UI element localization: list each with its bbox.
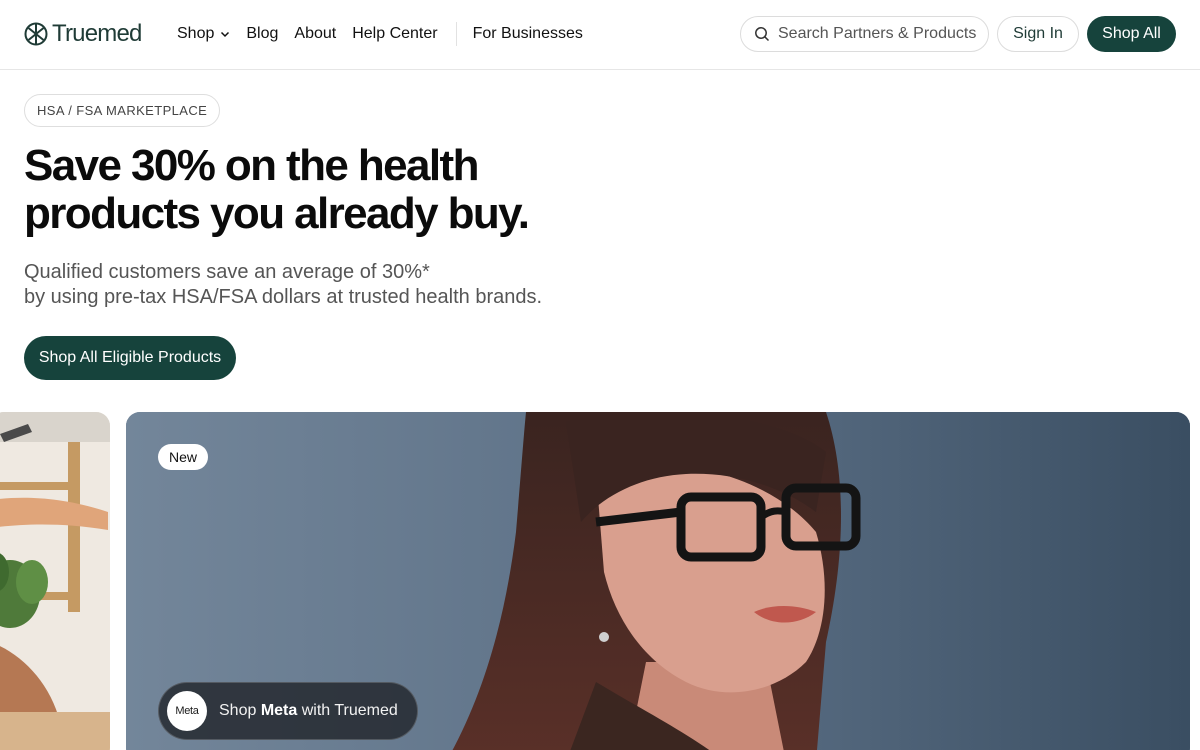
partner-photo	[0, 412, 110, 750]
truemed-logo-icon	[24, 22, 48, 46]
shop-eligible-products-button[interactable]: Shop All Eligible Products	[24, 336, 236, 380]
subcopy-line-1: Qualified customers save an average of 3…	[24, 261, 430, 283]
nav-divider	[455, 22, 457, 46]
shop-meta-label: Shop Meta with Truemed	[219, 702, 398, 720]
marketplace-tag: HSA / FSA MARKETPLACE	[24, 94, 221, 127]
headline-line-2: products you already buy.	[24, 189, 530, 238]
nav-item-label: Shop	[177, 25, 215, 42]
search-icon	[755, 27, 770, 42]
sign-in-button[interactable]: Sign In	[997, 16, 1079, 52]
main-nav: Shop Blog About Help Center For Business…	[177, 22, 599, 46]
search-input[interactable]	[778, 25, 983, 43]
featured-partner-card[interactable]: New Meta Shop Meta with Truemed	[126, 412, 1190, 750]
meta-logo-text: Meta	[175, 705, 199, 717]
partner-card-previous[interactable]	[0, 412, 110, 750]
chip-suffix: with Truemed	[297, 702, 398, 719]
nav-item-help-center[interactable]: Help Center	[352, 25, 437, 43]
site-header: Truemed Shop Blog About Help Center For …	[0, 0, 1200, 70]
hero-subcopy: Qualified customers save an average of 3…	[24, 260, 644, 310]
nav-item-shop[interactable]: Shop	[177, 25, 230, 43]
nav-item-about[interactable]: About	[294, 25, 336, 43]
shop-all-button[interactable]: Shop All	[1087, 16, 1176, 52]
meta-logo-icon: Meta	[167, 691, 207, 731]
nav-item-for-businesses[interactable]: For Businesses	[473, 25, 583, 43]
shop-meta-chip[interactable]: Meta Shop Meta with Truemed	[158, 682, 418, 740]
truemed-logo[interactable]: Truemed	[24, 20, 142, 48]
page-title: Save 30% on the health products you alre…	[24, 142, 624, 238]
chip-prefix: Shop	[219, 702, 261, 719]
chip-brand: Meta	[260, 702, 298, 719]
nav-item-blog[interactable]: Blog	[246, 25, 278, 43]
chevron-down-icon	[221, 31, 230, 38]
logo-wordmark: Truemed	[52, 20, 142, 47]
headline-line-1: Save 30% on the health	[24, 141, 479, 190]
new-badge: New	[158, 444, 209, 470]
search-box[interactable]	[740, 16, 989, 52]
subcopy-line-2: by using pre-tax HSA/FSA dollars at trus…	[24, 286, 543, 308]
